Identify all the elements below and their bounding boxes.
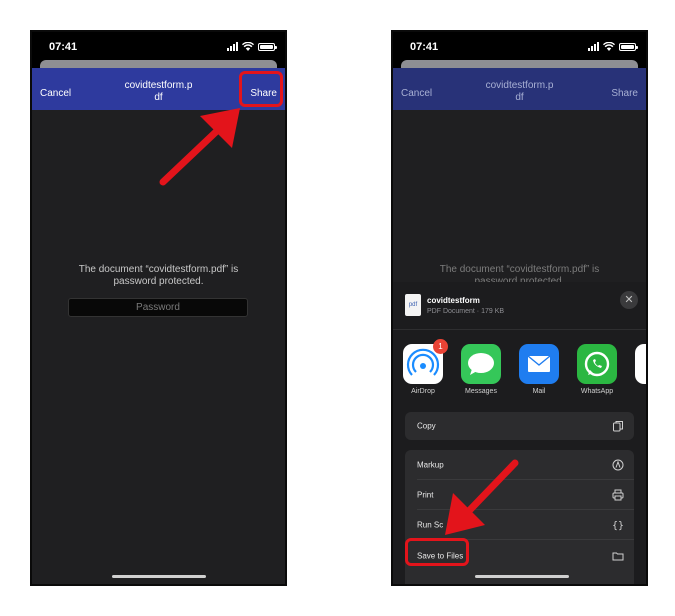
more-apps-icon	[635, 344, 646, 384]
document-content: The document “covidtestform.pdf” is pass…	[32, 110, 285, 584]
title-line-2: df	[154, 92, 163, 103]
home-indicator	[475, 575, 569, 578]
status-time: 07:41	[410, 41, 439, 53]
document-title: covidtestform.p df	[102, 80, 215, 104]
wifi-icon	[603, 42, 615, 51]
battery-icon	[619, 42, 638, 51]
title-line-1: covidtestform.p	[124, 80, 193, 91]
battery-icon	[258, 42, 277, 51]
whatsapp-icon	[577, 344, 617, 384]
notification-badge: 1	[433, 339, 448, 354]
right-phone-screen: 07:41 Cancel covidtestform.p df Share Th…	[391, 30, 648, 586]
app-label: AirDrop	[411, 388, 435, 395]
document-title: covidtestform.p df	[463, 80, 576, 104]
app-label: Mail	[532, 388, 546, 395]
action-copy[interactable]: Copy	[405, 412, 634, 440]
app-more-partial[interactable]	[633, 344, 646, 384]
app-whatsapp[interactable]: WhatsApp	[575, 344, 619, 395]
file-meta: PDF Document · 179 KB	[427, 308, 505, 315]
message-line-2: password protected.	[113, 276, 204, 287]
markup-icon	[612, 459, 624, 471]
app-label: WhatsApp	[580, 388, 614, 395]
messages-icon	[461, 344, 501, 384]
action-print[interactable]: Print	[405, 480, 634, 510]
password-message: The document “covidtestform.pdf” is pass…	[52, 264, 265, 288]
app-airdrop[interactable]: 1 AirDrop	[401, 339, 448, 395]
action-label: Copy	[417, 421, 436, 431]
app-mail[interactable]: Mail	[517, 344, 561, 395]
title-line-2: df	[515, 92, 524, 103]
status-icons	[588, 42, 638, 51]
save-to-files-highlight-box	[405, 538, 469, 566]
signal-icon	[588, 42, 599, 51]
svg-text:{}: {}	[612, 521, 624, 532]
cancel-button[interactable]: Cancel	[401, 88, 432, 99]
cancel-button[interactable]: Cancel	[40, 88, 71, 99]
title-line-1: covidtestform.p	[485, 80, 554, 91]
app-label: Messages	[465, 388, 497, 395]
message-line-1: The document “covidtestform.pdf” is	[439, 264, 600, 275]
wifi-icon	[242, 42, 254, 51]
share-apps-row: 1 AirDrop Messages Mail WhatsApp	[393, 339, 646, 400]
app-messages[interactable]: Messages	[459, 344, 503, 395]
nav-bar: Cancel covidtestform.p df Share	[393, 68, 646, 110]
action-run-shortcut[interactable]: Run Sc {}	[405, 510, 634, 540]
action-label: Print	[417, 490, 434, 500]
printer-icon	[612, 489, 624, 501]
message-line-1: The document “covidtestform.pdf” is	[78, 264, 239, 275]
action-markup[interactable]: Markup	[405, 450, 634, 480]
share-highlight-box	[239, 71, 283, 107]
copy-icon	[613, 421, 623, 432]
password-input[interactable]: Password	[68, 298, 248, 317]
left-phone-screen: 07:41 Cancel covidtestform.p df Share Th…	[30, 30, 287, 586]
folder-icon	[612, 552, 624, 561]
file-header: pdf covidtestform PDF Document · 179 KB …	[393, 282, 646, 330]
mail-icon	[519, 344, 559, 384]
close-button[interactable]: ✕	[620, 291, 638, 309]
action-label: Run Sc	[417, 520, 444, 530]
file-name: covidtestform	[427, 296, 480, 305]
action-label: Markup	[417, 460, 444, 470]
shortcuts-icon: {}	[612, 521, 624, 532]
home-indicator	[112, 575, 206, 578]
airdrop-icon: 1	[403, 339, 448, 384]
signal-icon	[227, 42, 238, 51]
pdf-file-icon: pdf	[405, 294, 421, 316]
share-button[interactable]: Share	[611, 88, 638, 99]
status-icons	[227, 42, 277, 51]
status-time: 07:41	[49, 41, 78, 53]
